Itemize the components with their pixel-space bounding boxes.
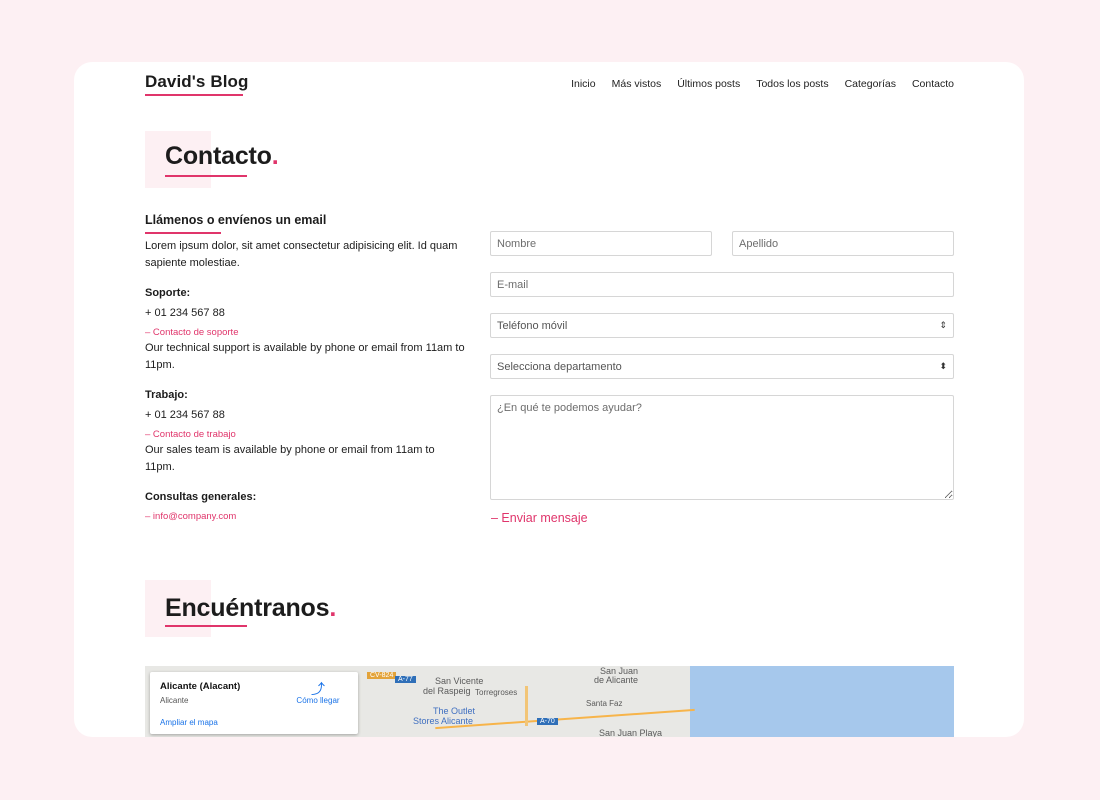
map-label-santa-faz: Santa Faz <box>586 699 623 708</box>
contact-title: Contacto. <box>165 142 279 171</box>
nav-ultimos-posts[interactable]: Últimos posts <box>677 78 740 90</box>
find-title-text: Encuéntranos <box>165 594 330 622</box>
find-title-dot: . <box>329 594 337 622</box>
work-contact-link[interactable]: – Contacto de trabajo <box>145 429 236 440</box>
nav-contacto[interactable]: Contacto <box>912 78 954 90</box>
contact-title-text: Contacto <box>165 142 272 170</box>
nav-mas-vistos[interactable]: Más vistos <box>612 78 662 90</box>
directions-label: Cómo llegar <box>296 696 340 705</box>
email-input[interactable] <box>490 272 954 297</box>
embedded-map[interactable]: CV-824 A-77 A-70 San Vicente del Raspeig… <box>145 666 954 737</box>
map-label-del-raspeig: del Raspeig <box>423 686 471 696</box>
find-title: Encuéntranos. <box>165 594 336 623</box>
enlarge-map-link[interactable]: Ampliar el mapa <box>160 718 218 727</box>
message-textarea[interactable] <box>490 395 954 500</box>
map-place-subtitle: Alicante <box>160 696 189 705</box>
nav-todos-los-posts[interactable]: Todos los posts <box>756 78 828 90</box>
info-heading-underline <box>145 232 221 234</box>
support-contact-link[interactable]: – Contacto de soporte <box>145 327 238 338</box>
general-label: Consultas generales: <box>145 491 257 503</box>
page-card: David's Blog Inicio Más vistos Últimos p… <box>74 62 1024 737</box>
info-heading: Llámenos o envíenos un email <box>145 213 327 227</box>
map-label-outlet: The Outlet <box>433 706 476 716</box>
map-label-san-juan-playa: San Juan Playa <box>599 728 663 737</box>
map-info-card: Alicante (Alacant) Alicante Ampliar el m… <box>150 672 358 734</box>
map-label-de-alicante: de Alicante <box>594 675 639 685</box>
first-name-input[interactable] <box>490 231 712 256</box>
work-label: Trabajo: <box>145 389 188 401</box>
directions-icon: ⤴ <box>311 681 325 697</box>
map-sea <box>690 666 954 737</box>
contact-info: Llámenos o envíenos un email Lorem ipsum… <box>145 212 465 524</box>
department-select[interactable]: Selecciona departamento ⬍ <box>490 354 954 379</box>
find-title-underline <box>165 625 247 627</box>
road-tag-cv824: CV-824 <box>367 672 397 679</box>
work-text: Our sales team is available by phone or … <box>145 444 435 473</box>
logo-underline <box>145 94 243 96</box>
map-label-outlet-stores: Stores Alicante <box>413 716 474 726</box>
map-label-san-vicente: San Vicente <box>435 676 484 686</box>
support-label: Soporte: <box>145 287 191 299</box>
main-nav: Inicio Más vistos Últimos posts Todos lo… <box>571 78 954 90</box>
site-logo[interactable]: David's Blog <box>145 72 248 92</box>
support-phone: + 01 234 567 88 <box>145 307 225 319</box>
nav-categorias[interactable]: Categorías <box>845 78 896 90</box>
map-place-title: Alicante (Alacant) <box>160 681 241 692</box>
road-tag-a70: A-70 <box>537 718 558 725</box>
general-email-link[interactable]: – info@company.com <box>145 511 236 522</box>
map-label-torregroses: Torregroses <box>475 688 518 697</box>
contact-title-dot: . <box>271 142 279 170</box>
phone-input[interactable]: Teléfono móvil ⇕ <box>490 313 954 338</box>
map-road-vertical <box>525 686 528 726</box>
phone-input-placeholder: Teléfono móvil <box>497 319 568 332</box>
directions-button[interactable]: ⤴ Cómo llegar <box>290 682 346 705</box>
last-name-input[interactable] <box>732 231 954 256</box>
info-intro: Lorem ipsum dolor, sit amet consectetur … <box>145 240 458 269</box>
department-select-value: Selecciona departamento <box>497 360 622 373</box>
send-message-button[interactable]: – Enviar mensaje <box>491 511 588 525</box>
content-container: David's Blog Inicio Más vistos Últimos p… <box>145 62 954 737</box>
support-text: Our technical support is available by ph… <box>145 342 465 371</box>
contact-title-underline <box>165 175 247 177</box>
work-phone: + 01 234 567 88 <box>145 409 225 421</box>
road-tag-a77: A-77 <box>395 676 416 683</box>
stepper-icon[interactable]: ⇕ <box>939 320 947 331</box>
select-arrows-icon: ⬍ <box>939 361 947 371</box>
nav-inicio[interactable]: Inicio <box>571 78 596 90</box>
